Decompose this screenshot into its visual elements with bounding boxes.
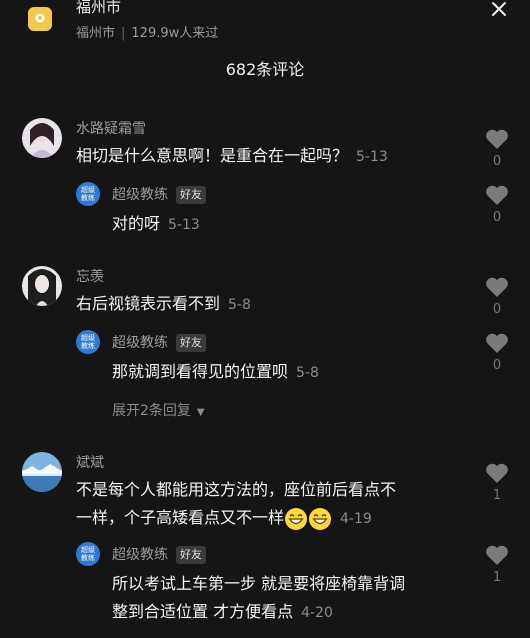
heart-icon — [486, 463, 508, 483]
location-subtitle: 福州市 | 129.9w人来过 — [76, 22, 218, 41]
reply-avatar-label: 超级教练 — [81, 546, 95, 562]
heart-icon — [486, 129, 508, 149]
comment-text: 相切是什么意思啊！是重合在一起吗？ 5-13 — [76, 142, 388, 171]
reply-name[interactable]: 超级教练 好友 — [112, 184, 206, 204]
grin-emoji-icon — [309, 507, 332, 530]
reply-text: 那就调到看得见的位置呗 5-8 — [112, 358, 319, 387]
close-button[interactable] — [490, 0, 508, 18]
comment-item: 斌斌 不是每个人都能用这方法的，座位前后看点不 一样，个子高矮看点又不一样 4-1… — [0, 450, 530, 638]
reply-avatar-label: 超级教练 — [81, 334, 95, 350]
reply-body-text: 整到合适位置 才方便看点 — [112, 602, 294, 621]
location-title[interactable]: 福州市 — [76, 0, 121, 17]
reply-name[interactable]: 超级教练 好友 — [112, 544, 206, 564]
separator: | — [121, 26, 126, 41]
reply-avatar[interactable]: 超级教练 — [76, 542, 100, 566]
reply-text: 所以考试上车第一步 就是要将座椅靠背调 整到合适位置 才方便看点 4-20 — [112, 570, 472, 627]
like-button[interactable]: 0 — [484, 332, 510, 373]
expand-replies-button[interactable]: 展开2条回复 ▼ — [112, 400, 205, 420]
like-count: 0 — [492, 302, 502, 317]
location-city: 福州市 — [76, 26, 116, 41]
comment-text: 不是每个人都能用这方法的，座位前后看点不 一样，个子高矮看点又不一样 4-19 — [76, 476, 476, 533]
commenter-name[interactable]: 斌斌 — [76, 452, 104, 472]
friend-badge: 好友 — [176, 546, 206, 564]
reply-author: 超级教练 — [112, 547, 168, 563]
like-button[interactable]: 1 — [484, 462, 510, 503]
commenter-name[interactable]: 忘羡 — [76, 266, 104, 286]
comment-item: 水路疑霜雪 相切是什么意思啊！是重合在一起吗？ 5-13 0 超级教练 超级教练好… — [0, 116, 530, 236]
comment-text: 右后视镜表示看不到 5-8 — [76, 290, 251, 319]
caret-down-icon: ▼ — [196, 407, 205, 418]
like-count: 0 — [492, 358, 502, 373]
reply-avatar-label: 超级教练 — [81, 186, 95, 202]
commenter-name[interactable]: 水路疑霜雪 — [76, 118, 146, 138]
comment-body: 相切是什么意思啊！是重合在一起吗？ — [76, 146, 349, 165]
expand-replies-label: 展开2条回复 — [112, 403, 191, 419]
reply-date: 5-13 — [168, 217, 200, 233]
comment-item: 忘羡 右后视镜表示看不到 5-8 0 超级教练 超级教练 好友 那就调到看得见的位置… — [0, 264, 530, 424]
heart-icon — [486, 545, 508, 565]
map-pin-icon[interactable] — [28, 7, 52, 31]
like-count: 1 — [492, 570, 502, 585]
friend-badge: 好友 — [176, 334, 206, 352]
reply-text: 对的呀 5-13 — [112, 210, 200, 239]
heart-icon — [486, 333, 508, 353]
like-button[interactable]: 0 — [484, 184, 510, 225]
visit-count: 129.9w人来过 — [131, 26, 219, 41]
close-icon — [492, 2, 506, 16]
reply-date: 5-8 — [296, 365, 319, 381]
reply-body: 对的呀 — [112, 214, 161, 233]
like-button[interactable]: 0 — [484, 276, 510, 317]
heart-icon — [486, 185, 508, 205]
reply-name[interactable]: 超级教练 好友 — [112, 332, 206, 352]
like-count: 0 — [492, 210, 502, 225]
comment-body-line: 一样，个子高矮看点又不一样 4-19 — [76, 504, 476, 533]
comment-date: 5-13 — [356, 149, 388, 165]
avatar[interactable] — [22, 266, 62, 306]
comment-date: 5-8 — [228, 297, 251, 313]
like-count: 0 — [492, 154, 502, 169]
avatar[interactable] — [22, 452, 62, 492]
grin-emoji-icon — [285, 507, 308, 530]
reply-avatar[interactable]: 超级教练 — [76, 330, 100, 354]
like-button[interactable]: 1 — [484, 544, 510, 585]
comment-count-title: 682条评论 — [225, 60, 305, 79]
reply-author: 超级教练 — [112, 335, 168, 351]
reply-author: 超级教练 — [112, 187, 168, 203]
comment-body: 右后视镜表示看不到 — [76, 294, 221, 313]
avatar[interactable] — [22, 118, 62, 158]
like-count: 1 — [492, 488, 502, 503]
friend-badge: 好友 — [176, 186, 206, 204]
comment-body-line: 不是每个人都能用这方法的，座位前后看点不 — [76, 480, 397, 499]
like-button[interactable]: 0 — [484, 128, 510, 169]
reply-body-line: 所以考试上车第一步 就是要将座椅靠背调 — [112, 574, 406, 593]
reply-avatar[interactable]: 超级教练 — [76, 182, 100, 206]
reply-date: 4-20 — [301, 605, 333, 621]
heart-icon — [486, 277, 508, 297]
reply-body: 那就调到看得见的位置呗 — [112, 362, 289, 381]
location-header: 福州市 福州市 | 129.9w人来过 — [0, 0, 530, 50]
reply-body-line: 整到合适位置 才方便看点 4-20 — [112, 598, 472, 627]
comment-body-text: 一样，个子高矮看点又不一样 — [76, 508, 285, 527]
comment-date: 4-19 — [340, 511, 372, 527]
